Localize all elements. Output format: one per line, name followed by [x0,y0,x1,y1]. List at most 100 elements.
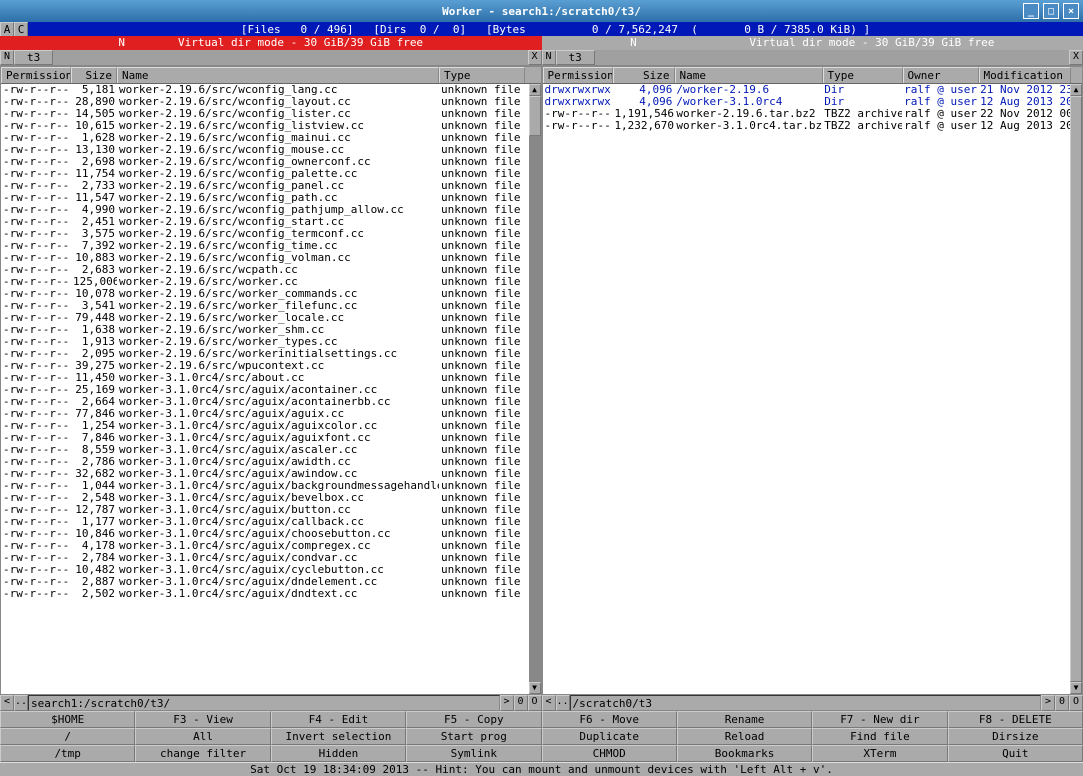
file-row[interactable]: -rw-r--r--14,505worker-2.19.6/src/wconfi… [1,108,529,120]
file-row[interactable]: -rw-r--r--2,683worker-2.19.6/src/wcpath.… [1,264,529,276]
file-row[interactable]: drwxrwxrwx4,096/worker-2.19.6Dirralf @ u… [543,84,1071,96]
left-scrollbar[interactable]: ▲ ▼ [529,84,541,694]
tab-new-right[interactable]: N [542,50,556,65]
file-row[interactable]: -rw-r--r--79,448worker-2.19.6/src/worker… [1,312,529,324]
file-row[interactable]: -rw-r--r--10,615worker-2.19.6/src/wconfi… [1,120,529,132]
fn-button[interactable]: F3 - View [135,711,270,728]
fn-button[interactable]: F7 - New dir [812,711,947,728]
fn-button[interactable]: XTerm [812,745,947,762]
file-row[interactable]: -rw-r--r--7,392worker-2.19.6/src/wconfig… [1,240,529,252]
tab-new-left[interactable]: N [0,50,14,65]
file-row[interactable]: -rw-r--r--2,664worker-3.1.0rc4/src/aguix… [1,396,529,408]
fn-button[interactable]: F8 - DELETE [948,711,1083,728]
scroll-up-icon[interactable]: ▲ [529,84,541,96]
right-up-button[interactable]: 0 [1055,695,1069,711]
fn-button[interactable]: $HOME [0,711,135,728]
col-name[interactable]: Name [117,67,439,83]
left-arrow-right-icon[interactable]: .. [14,695,28,711]
file-row[interactable]: -rw-r--r--2,784worker-3.1.0rc4/src/aguix… [1,552,529,564]
file-row[interactable]: -rw-r--r--10,482worker-3.1.0rc4/src/agui… [1,564,529,576]
file-row[interactable]: -rw-r--r--3,541worker-2.19.6/src/worker_… [1,300,529,312]
col-owner[interactable]: Owner [903,67,979,83]
tab-right[interactable]: t3 [556,50,595,65]
col-name[interactable]: Name [675,67,823,83]
fn-button[interactable]: / [0,728,135,745]
fn-button[interactable]: Reload [677,728,812,745]
col-type[interactable]: Type [439,67,525,83]
scroll-down-icon[interactable]: ▼ [1070,682,1082,694]
fn-button[interactable]: Bookmarks [677,745,812,762]
tab-left[interactable]: t3 [14,50,53,65]
right-path-input[interactable] [570,695,1042,711]
left-history-icon[interactable]: > [500,695,514,711]
file-row[interactable]: -rw-r--r--5,181worker-2.19.6/src/wconfig… [1,84,529,96]
close-icon[interactable]: × [1063,3,1079,19]
file-row[interactable]: -rw-r--r--39,275worker-2.19.6/src/wpucon… [1,360,529,372]
fn-button[interactable]: Invert selection [271,728,406,745]
file-row[interactable]: -rw-r--r--8,559worker-3.1.0rc4/src/aguix… [1,444,529,456]
scroll-down-icon[interactable]: ▼ [529,682,541,694]
fn-button[interactable]: F5 - Copy [406,711,541,728]
fn-button[interactable]: /tmp [0,745,135,762]
file-row[interactable]: -rw-r--r--2,887worker-3.1.0rc4/src/aguix… [1,576,529,588]
file-row[interactable]: -rw-r--r--2,786worker-3.1.0rc4/src/aguix… [1,456,529,468]
left-path-input[interactable] [28,695,500,711]
file-row[interactable]: -rw-r--r--77,846worker-3.1.0rc4/src/agui… [1,408,529,420]
file-row[interactable]: -rw-r--r--1,628worker-2.19.6/src/wconfig… [1,132,529,144]
file-row[interactable]: -rw-r--r--1,232,670worker-3.1.0rc4.tar.b… [543,120,1071,132]
file-row[interactable]: -rw-r--r--2,095worker-2.19.6/src/workeri… [1,348,529,360]
left-arrow-left-icon[interactable]: < [0,695,14,711]
file-row[interactable]: -rw-r--r--7,846worker-3.1.0rc4/src/aguix… [1,432,529,444]
file-row[interactable]: -rw-r--r--11,547worker-2.19.6/src/wconfi… [1,192,529,204]
minimize-icon[interactable]: _ [1023,3,1039,19]
fn-button[interactable]: Start prog [406,728,541,745]
file-row[interactable]: -rw-r--r--12,787worker-3.1.0rc4/src/agui… [1,504,529,516]
file-row[interactable]: -rw-r--r--10,078worker-2.19.6/src/worker… [1,288,529,300]
file-row[interactable]: -rw-r--r--1,191,546worker-2.19.6.tar.bz2… [543,108,1071,120]
file-row[interactable]: -rw-r--r--2,733worker-2.19.6/src/wconfig… [1,180,529,192]
fn-button[interactable]: Symlink [406,745,541,762]
right-arrow-right-icon[interactable]: .. [556,695,570,711]
a-button[interactable]: A [0,22,14,37]
file-row[interactable]: -rw-r--r--10,846worker-3.1.0rc4/src/agui… [1,528,529,540]
file-row[interactable]: -rw-r--r--10,883worker-2.19.6/src/wconfi… [1,252,529,264]
maximize-icon[interactable]: □ [1043,3,1059,19]
right-file-list[interactable]: drwxrwxrwx4,096/worker-2.19.6Dirralf @ u… [543,84,1071,694]
left-up-button[interactable]: 0 [514,695,528,711]
left-root-button[interactable]: O [528,695,542,711]
tab-close-left[interactable]: X [528,50,542,65]
fn-button[interactable]: change filter [135,745,270,762]
col-permission[interactable]: Permission [1,67,71,83]
file-row[interactable]: -rw-r--r--2,548worker-3.1.0rc4/src/aguix… [1,492,529,504]
file-row[interactable]: -rw-r--r--1,177worker-3.1.0rc4/src/aguix… [1,516,529,528]
fn-button[interactable]: F6 - Move [542,711,677,728]
file-row[interactable]: -rw-r--r--11,450worker-3.1.0rc4/src/abou… [1,372,529,384]
tab-close-right[interactable]: X [1069,50,1083,65]
right-history-icon[interactable]: > [1041,695,1055,711]
file-row[interactable]: -rw-r--r--1,044worker-3.1.0rc4/src/aguix… [1,480,529,492]
col-size[interactable]: Size [71,67,117,83]
file-row[interactable]: -rw-r--r--4,990worker-2.19.6/src/wconfig… [1,204,529,216]
col-modification[interactable]: Modification ti [979,67,1071,83]
c-button[interactable]: C [14,22,28,37]
col-size[interactable]: Size [613,67,675,83]
file-row[interactable]: -rw-r--r--11,754worker-2.19.6/src/wconfi… [1,168,529,180]
file-row[interactable]: -rw-r--r--4,178worker-3.1.0rc4/src/aguix… [1,540,529,552]
scroll-up-icon[interactable]: ▲ [1070,84,1082,96]
scroll-thumb[interactable] [1070,96,1082,682]
fn-button[interactable]: Dirsize [948,728,1083,745]
fn-button[interactable]: All [135,728,270,745]
file-row[interactable]: -rw-r--r--25,169worker-3.1.0rc4/src/agui… [1,384,529,396]
file-row[interactable]: -rw-r--r--32,682worker-3.1.0rc4/src/agui… [1,468,529,480]
file-row[interactable]: -rw-r--r--1,913worker-2.19.6/src/worker_… [1,336,529,348]
fn-button[interactable]: Hidden [271,745,406,762]
file-row[interactable]: -rw-r--r--2,502worker-3.1.0rc4/src/aguix… [1,588,529,600]
file-row[interactable]: -rw-r--r--13,130worker-2.19.6/src/wconfi… [1,144,529,156]
file-row[interactable]: -rw-r--r--28,890worker-2.19.6/src/wconfi… [1,96,529,108]
right-scrollbar[interactable]: ▲ ▼ [1070,84,1082,694]
fn-button[interactable]: Find file [812,728,947,745]
titlebar[interactable]: Worker - search1:/scratch0/t3/ _ □ × [0,0,1083,22]
fn-button[interactable]: CHMOD [542,745,677,762]
file-row[interactable]: -rw-r--r--3,575worker-2.19.6/src/wconfig… [1,228,529,240]
fn-button[interactable]: Duplicate [542,728,677,745]
